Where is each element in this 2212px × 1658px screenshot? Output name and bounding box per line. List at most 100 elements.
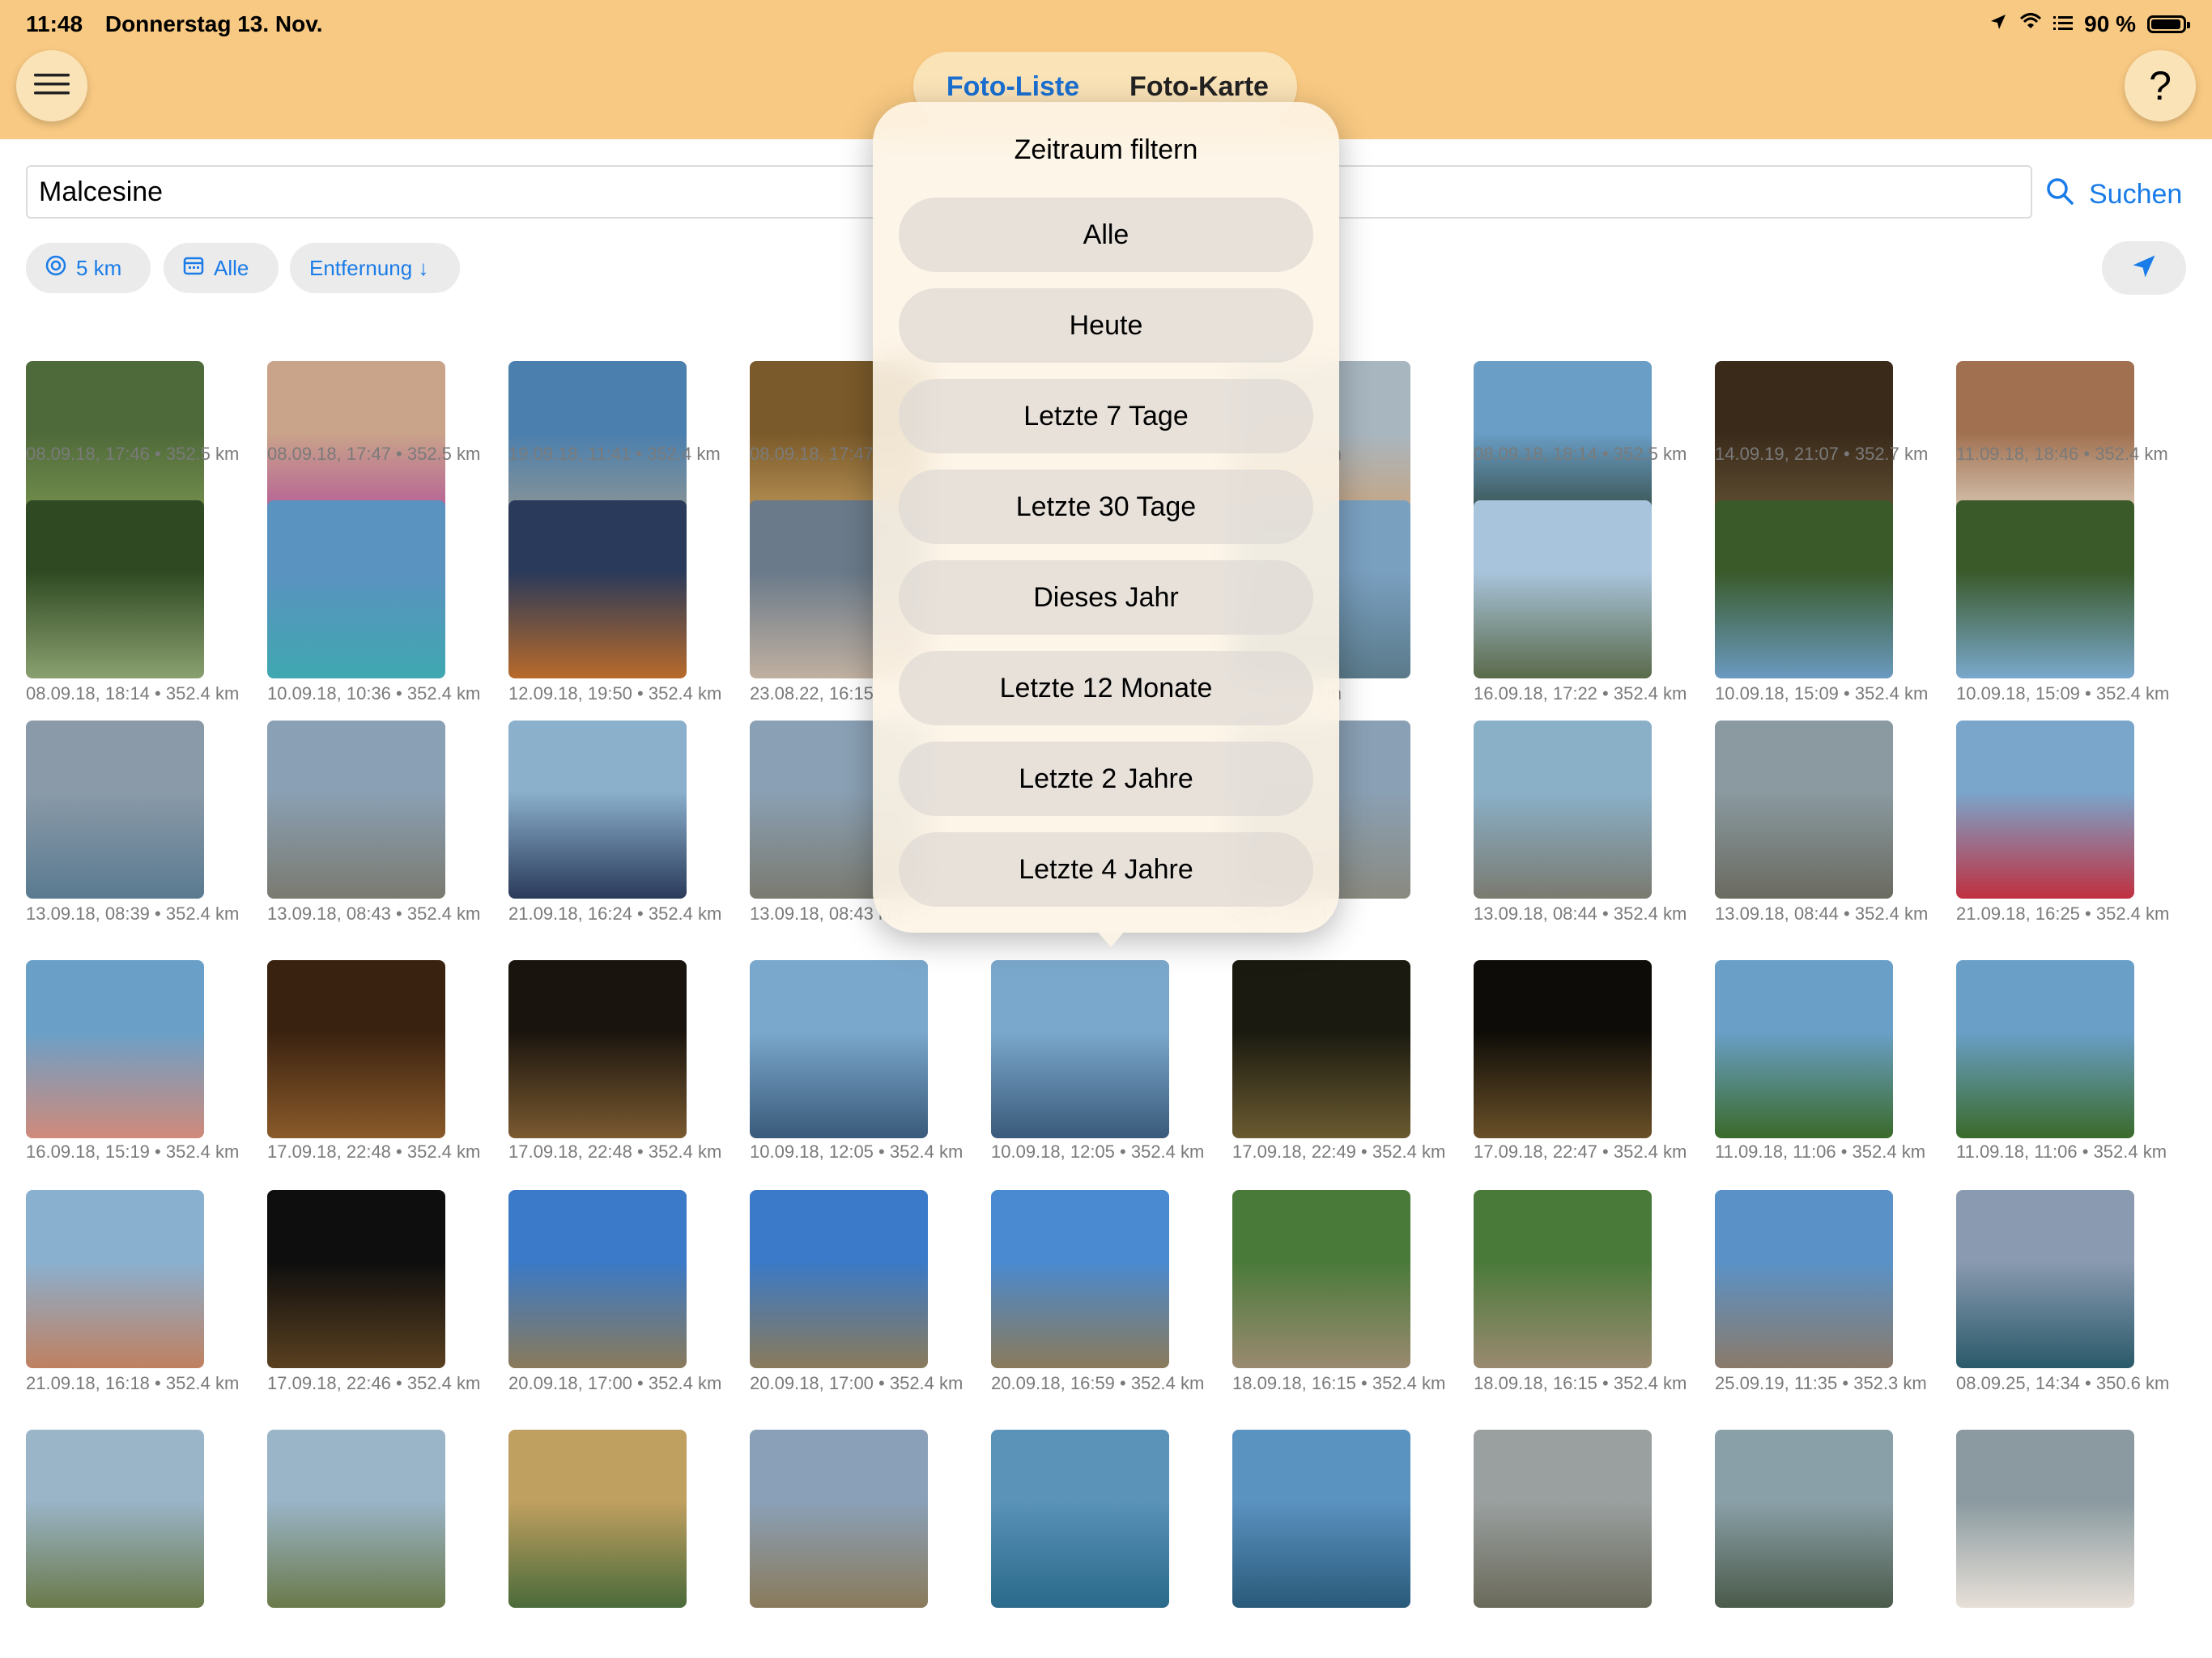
hamburger-icon <box>34 72 70 100</box>
photo-caption: 14.09.19, 21:07 • 352.7 km <box>1715 444 1929 464</box>
photo-thumbnail[interactable] <box>1715 960 1893 1138</box>
option-dieses-jahr[interactable]: Dieses Jahr <box>899 560 1313 635</box>
help-button[interactable]: ? <box>2125 50 2196 121</box>
option-letzte-30-tage[interactable]: Letzte 30 Tage <box>899 470 1313 544</box>
photo-thumbnail[interactable] <box>1956 960 2134 1138</box>
photo-thumbnail[interactable] <box>1474 1430 1652 1608</box>
option-label: Heute <box>1069 309 1143 341</box>
option-alle[interactable]: Alle <box>899 198 1313 272</box>
photo-thumbnail[interactable] <box>26 1190 204 1368</box>
option-label: Letzte 7 Tage <box>1023 400 1189 432</box>
photo-thumbnail[interactable] <box>1232 1190 1410 1368</box>
radius-icon <box>45 255 66 282</box>
photo-thumbnail[interactable] <box>267 1190 445 1368</box>
search-button[interactable]: Suchen <box>2045 172 2182 217</box>
photo-thumbnail[interactable] <box>1715 721 1893 899</box>
photo-thumbnail[interactable] <box>1232 1430 1410 1608</box>
photo-caption: 17.09.18, 22:48 • 352.4 km <box>508 1141 722 1162</box>
photo-thumbnail[interactable] <box>267 500 445 678</box>
photo-thumbnail[interactable] <box>991 1190 1169 1368</box>
photo-thumbnail[interactable] <box>1715 1190 1893 1368</box>
photo-caption: 10.09.18, 12:05 • 352.4 km <box>750 1141 963 1162</box>
photo-thumbnail[interactable] <box>508 721 687 899</box>
photo-thumbnail[interactable] <box>750 1190 928 1368</box>
photo-thumbnail[interactable] <box>1474 721 1652 899</box>
photo-thumbnail[interactable] <box>1956 500 2134 678</box>
tab-foto-liste-label: Foto-Liste <box>946 71 1080 102</box>
photo-thumbnail[interactable] <box>1474 960 1652 1138</box>
photo-thumbnail[interactable] <box>26 960 204 1138</box>
photo-caption: 08.09.18, 17:47 • 352.5 km <box>267 444 481 464</box>
option-label: Letzte 2 Jahre <box>1019 763 1193 794</box>
photo-caption: 17.09.18, 22:46 • 352.4 km <box>267 1373 481 1393</box>
photo-thumbnail[interactable] <box>1474 1190 1652 1368</box>
battery-percent: 90 % <box>2084 11 2136 36</box>
photo-thumbnail[interactable] <box>750 960 928 1138</box>
photo-thumbnail[interactable] <box>267 1430 445 1608</box>
photo-caption: 10.09.18, 15:09 • 352.4 km <box>1715 683 1929 704</box>
photo-caption: 21.09.18, 16:25 • 352.4 km <box>1956 903 2170 924</box>
photo-thumbnail[interactable] <box>750 1430 928 1608</box>
photo-caption: 20.09.18, 16:59 • 352.4 km <box>991 1373 1205 1393</box>
photo-thumbnail[interactable] <box>991 960 1169 1138</box>
time-filter-label: Alle <box>214 255 249 280</box>
option-letzte-4-jahre[interactable]: Letzte 4 Jahre <box>899 832 1313 907</box>
photo-caption: 13.09.18, 08:44 • 352.4 km <box>1715 903 1929 924</box>
distance-filter-chip[interactable]: 5 km <box>26 243 151 293</box>
photo-thumbnail[interactable] <box>508 1430 687 1608</box>
menu-button[interactable] <box>16 50 87 121</box>
option-label: Alle <box>1083 219 1129 250</box>
option-letzte-12-monate[interactable]: Letzte 12 Monate <box>899 651 1313 725</box>
photo-thumbnail[interactable] <box>1715 500 1893 678</box>
photo-caption: 17.09.18, 22:49 • 352.4 km <box>1232 1141 1446 1162</box>
photo-thumbnail[interactable] <box>1956 721 2134 899</box>
option-heute[interactable]: Heute <box>899 288 1313 363</box>
sort-chip[interactable]: Entfernung ↓ <box>290 243 460 293</box>
photo-caption: 18.09.18, 16:15 • 352.4 km <box>1474 1373 1687 1393</box>
option-letzte-2-jahre[interactable]: Letzte 2 Jahre <box>899 742 1313 816</box>
photo-caption: 08.09.18, 18:14 • 352.4 km <box>26 683 240 704</box>
popover-title: Zeitraum filtern <box>1014 134 1198 165</box>
photo-thumbnail[interactable] <box>1956 1430 2134 1608</box>
photo-thumbnail[interactable] <box>267 960 445 1138</box>
photo-caption: 11.09.18, 11:06 • 352.4 km <box>1715 1141 1926 1162</box>
photo-thumbnail[interactable] <box>991 1430 1169 1608</box>
battery-icon <box>2147 15 2190 33</box>
popover-arrow <box>1090 923 1132 947</box>
option-label: Letzte 4 Jahre <box>1019 853 1193 885</box>
photo-caption: 08.09.25, 14:34 • 350.6 km <box>1956 1373 2170 1393</box>
photo-thumbnail[interactable] <box>26 1430 204 1608</box>
photo-caption: 13.09.18, 08:43 • 352.4 km <box>267 903 481 924</box>
calendar-icon <box>183 256 204 281</box>
photo-caption: 08.09.18, 18:14 • 352.5 km <box>1474 444 1687 464</box>
time-filter-chip[interactable]: Alle <box>164 243 279 293</box>
photo-thumbnail[interactable] <box>1474 500 1652 678</box>
photo-thumbnail[interactable] <box>26 500 204 678</box>
photo-thumbnail[interactable] <box>508 1190 687 1368</box>
option-letzte-7-tage[interactable]: Letzte 7 Tage <box>899 379 1313 453</box>
photo-thumbnail[interactable] <box>267 721 445 899</box>
photo-thumbnail[interactable] <box>26 721 204 899</box>
photo-caption: 20.09.18, 17:00 • 352.4 km <box>750 1373 963 1393</box>
distance-filter-label: 5 km <box>76 255 122 280</box>
locate-button[interactable] <box>2102 241 2186 295</box>
photo-thumbnail[interactable] <box>1715 1430 1893 1608</box>
photo-caption: 16.09.18, 15:19 • 352.4 km <box>26 1141 240 1162</box>
option-label: Dieses Jahr <box>1033 581 1179 613</box>
photo-caption: 17.09.18, 22:47 • 352.4 km <box>1474 1141 1687 1162</box>
photo-caption: 21.09.18, 16:24 • 352.4 km <box>508 903 722 924</box>
photo-caption: 21.09.18, 16:18 • 352.4 km <box>26 1373 240 1393</box>
option-label: Letzte 30 Tage <box>1015 491 1197 522</box>
photo-thumbnail[interactable] <box>1956 1190 2134 1368</box>
photo-caption: 13.09.18, 08:44 • 352.4 km <box>1474 903 1687 924</box>
photo-thumbnail[interactable] <box>1232 960 1410 1138</box>
search-icon <box>2045 176 2074 213</box>
photo-caption: 08.09.18, 17:46 • 352.5 km <box>26 444 240 464</box>
time-filter-popover: Zeitraum filtern Alle Heute Letzte 7 Tag… <box>873 102 1339 933</box>
photo-thumbnail[interactable] <box>508 500 687 678</box>
photo-caption: 11.09.18, 18:46 • 352.4 km <box>1956 444 2168 464</box>
photo-thumbnail[interactable] <box>508 960 687 1138</box>
photo-caption: 16.09.18, 17:22 • 352.4 km <box>1474 683 1687 704</box>
photo-caption: 13.09.18, 08:39 • 352.4 km <box>26 903 240 924</box>
photo-caption: 25.09.19, 11:35 • 352.3 km <box>1715 1373 1927 1393</box>
